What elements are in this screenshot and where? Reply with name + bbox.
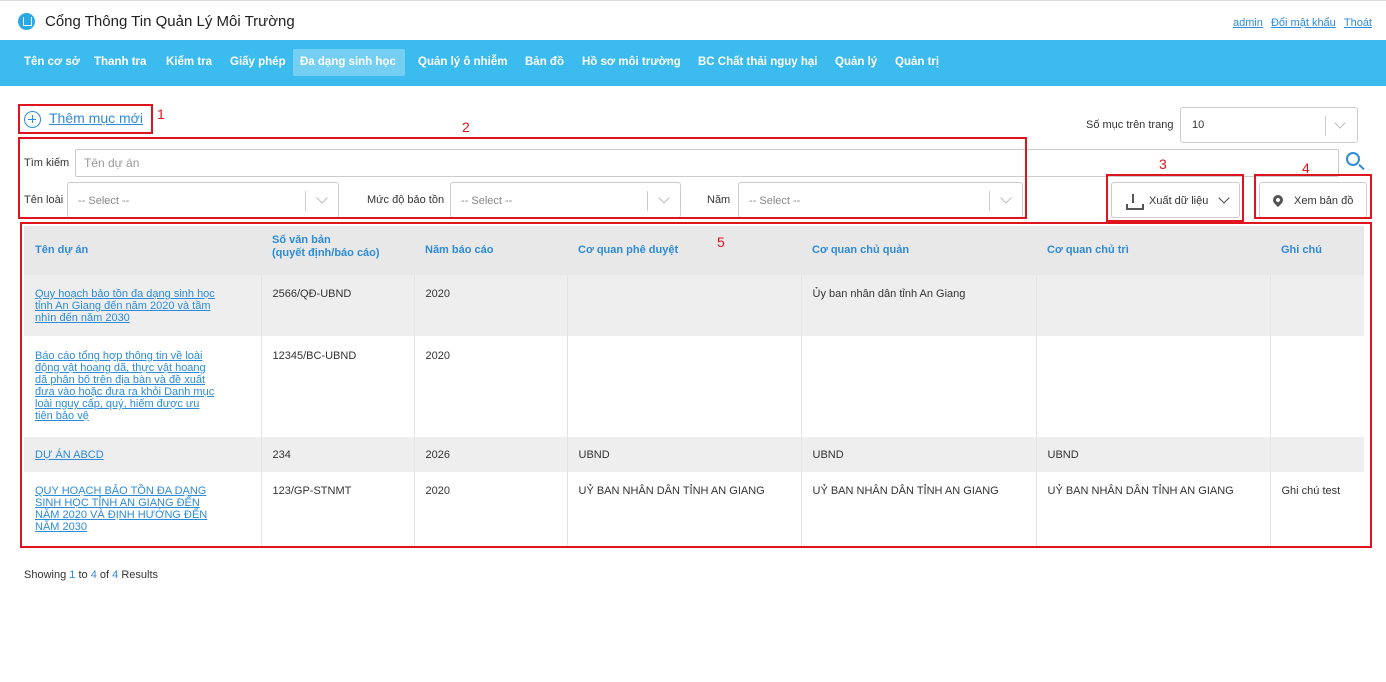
user-link-admin[interactable]: admin (1233, 17, 1263, 29)
nav-item-ban-do[interactable]: Bản đồ (518, 49, 571, 76)
annotation-box-4 (1254, 174, 1372, 219)
change-password-link[interactable]: Đổi mật khẩu (1271, 17, 1336, 29)
nav-item-quan-tri[interactable]: Quản trị (888, 49, 946, 76)
main-nav: Tên cơ sở Thanh tra Kiểm tra Giấy phép Đ… (0, 40, 1386, 86)
annotation-number-1: 1 (157, 106, 165, 122)
nav-item-bc-chat-thai[interactable]: BC Chất thải nguy hại (691, 49, 824, 76)
nav-item-kiem-tra[interactable]: Kiểm tra (159, 49, 219, 76)
app-title: Cổng Thông Tin Quản Lý Môi Trường (45, 13, 295, 30)
search-icon[interactable] (1346, 152, 1360, 166)
logout-link[interactable]: Thoát (1344, 17, 1372, 29)
per-page-label: Số mục trên trang (1086, 119, 1174, 131)
user-links: admin Đổi mật khẩu Thoát (1228, 17, 1372, 29)
select-divider (1325, 116, 1326, 136)
logo-icon (18, 13, 35, 30)
annotation-box-2 (18, 137, 1027, 219)
nav-item-thanh-tra[interactable]: Thanh tra (87, 49, 153, 76)
annotation-box-1 (18, 104, 153, 134)
nav-item-quan-ly[interactable]: Quản lý (828, 49, 884, 76)
chevron-down-icon (1334, 117, 1346, 129)
annotation-box-3 (1106, 174, 1244, 222)
per-page-select[interactable]: 10 (1180, 107, 1358, 143)
top-bar: Cổng Thông Tin Quản Lý Môi Trường admin … (0, 0, 1386, 40)
per-page-value: 10 (1192, 119, 1205, 131)
annotation-number-5: 5 (717, 234, 725, 250)
annotation-number-4: 4 (1302, 160, 1310, 176)
nav-item-ho-so-moi-truong[interactable]: Hồ sơ môi trường (575, 49, 688, 76)
pagination-summary: Showing 1 to 4 of 4 Results (24, 569, 159, 581)
nav-item-ten-co-so[interactable]: Tên cơ sở (17, 49, 87, 76)
annotation-number-2: 2 (462, 119, 470, 135)
annotation-box-5 (20, 222, 1372, 548)
nav-item-da-dang-sinh-hoc[interactable]: Đa dạng sinh học (293, 49, 405, 76)
nav-item-giay-phep[interactable]: Giấy phép (223, 49, 293, 76)
nav-item-quan-ly-o-nhiem[interactable]: Quản lý ô nhiễm (411, 49, 514, 76)
annotation-number-3: 3 (1159, 156, 1167, 172)
